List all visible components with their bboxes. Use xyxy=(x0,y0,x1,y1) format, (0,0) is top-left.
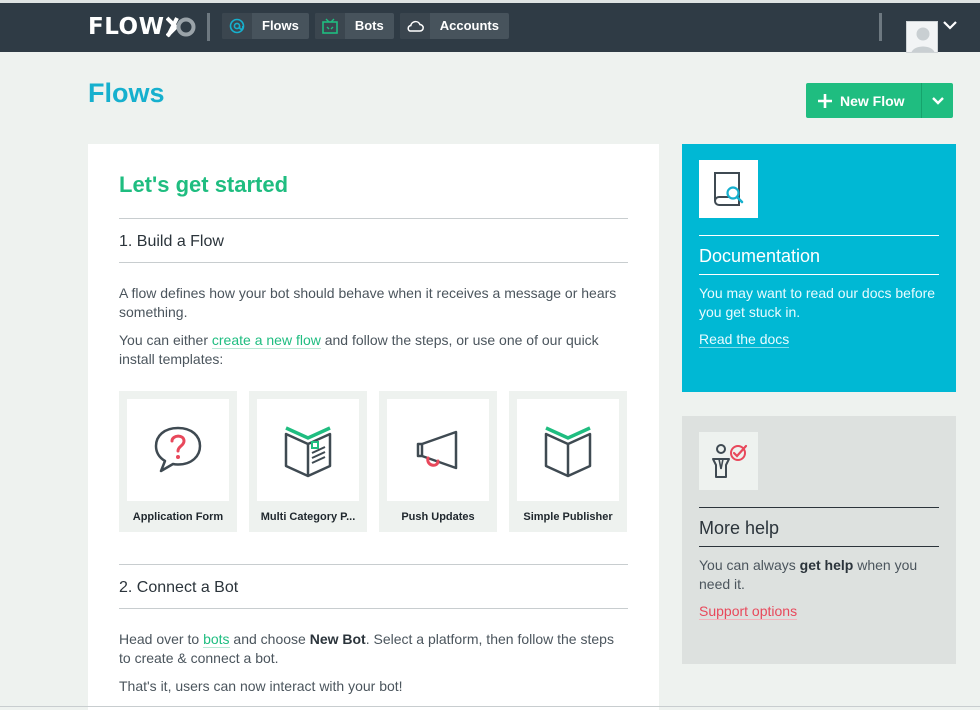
new-flow-dropdown-button[interactable] xyxy=(921,83,953,118)
nav-divider xyxy=(207,13,210,41)
megaphone-icon xyxy=(387,399,489,501)
divider xyxy=(119,564,628,565)
logo-x-mark-icon xyxy=(166,16,196,38)
template-push-updates[interactable]: Push Updates xyxy=(379,391,497,532)
chevron-down-icon xyxy=(931,97,944,105)
step2-title: 2. Connect a Bot xyxy=(119,579,239,596)
step1-instructions: You can either create a new flow and fol… xyxy=(119,331,628,369)
template-application-form[interactable]: Application Form xyxy=(119,391,237,532)
template-name: Push Updates xyxy=(401,511,475,523)
step2-text-before: Head over to xyxy=(119,631,204,647)
template-simple-publisher[interactable]: Simple Publisher xyxy=(509,391,627,532)
divider xyxy=(699,274,939,275)
nav-item-accounts-label: Accounts xyxy=(439,18,499,33)
get-help-emphasis: get help xyxy=(799,557,854,573)
template-list: Application Form Multi Category P... Pus… xyxy=(119,391,628,532)
help-text-before: You can always xyxy=(699,557,800,573)
new-flow-button[interactable]: New Flow xyxy=(806,83,921,118)
chevron-down-icon[interactable] xyxy=(942,17,958,30)
at-icon xyxy=(222,13,252,39)
logo-text: FLOW xyxy=(88,14,165,40)
window-bottom-edge xyxy=(0,706,980,707)
more-help-card: More help You can always get help when y… xyxy=(682,416,956,664)
support-options-link[interactable]: Support options xyxy=(699,603,798,620)
divider xyxy=(699,235,939,236)
more-help-text: You can always get help when you need it… xyxy=(699,556,944,594)
new-flow-label: New Flow xyxy=(840,92,905,109)
step2-conclusion: That's it, users can now interact with y… xyxy=(119,678,403,694)
plus-icon xyxy=(818,93,832,108)
template-name: Simple Publisher xyxy=(523,511,613,523)
documentation-title: Documentation xyxy=(699,246,821,266)
divider xyxy=(119,218,628,219)
page-title: Flows xyxy=(88,78,165,108)
nav-item-flows-label: Flows xyxy=(262,18,299,33)
template-name: Application Form xyxy=(132,511,224,523)
nav-item-accounts[interactable]: Accounts xyxy=(399,13,509,39)
documentation-card: Documentation You may want to read our d… xyxy=(682,144,956,392)
cloud-icon xyxy=(399,13,430,39)
flowxo-logo[interactable]: FLOW xyxy=(88,13,196,41)
step1-title: 1. Build a Flow xyxy=(119,233,224,250)
step1-text-before: You can either xyxy=(119,332,212,348)
nav-divider-right xyxy=(879,13,882,41)
divider xyxy=(699,507,939,508)
divider xyxy=(119,262,628,263)
question-bubble-icon xyxy=(127,399,229,501)
new-flow-button-group: New Flow xyxy=(806,83,953,118)
new-bot-emphasis: New Bot xyxy=(309,631,366,647)
bots-link[interactable]: bots xyxy=(203,631,230,648)
bot-icon xyxy=(314,13,345,39)
user-avatar[interactable] xyxy=(906,21,938,53)
template-name: Multi Category P... xyxy=(260,511,356,523)
open-book-icon xyxy=(517,399,619,501)
step2-text-mid: and choose xyxy=(229,631,310,647)
nav-item-flows[interactable]: Flows xyxy=(222,13,309,39)
nav-item-bots-label: Bots xyxy=(354,18,384,33)
more-help-title: More help xyxy=(699,518,780,538)
read-the-docs-link[interactable]: Read the docs xyxy=(699,331,790,348)
documentation-text: You may want to read our docs before you… xyxy=(699,285,936,320)
step2-instructions: Head over to bots and choose New Bot. Se… xyxy=(119,630,628,668)
book-search-icon xyxy=(699,160,758,218)
divider xyxy=(699,546,939,547)
template-multi-category-publisher[interactable]: Multi Category P... xyxy=(249,391,367,532)
divider xyxy=(119,608,628,609)
getting-started-heading: Let's get started xyxy=(119,172,289,197)
top-nav-bar: FLOW Flows Bots Accounts xyxy=(0,0,980,53)
step1-description: A flow defines how your bot should behav… xyxy=(119,285,617,320)
create-new-flow-link[interactable]: create a new flow xyxy=(211,332,321,349)
main-nav: Flows Bots Accounts xyxy=(222,13,509,39)
open-book-list-icon xyxy=(257,399,359,501)
default-user-icon xyxy=(911,27,935,52)
getting-started-card: Let's get started 1. Build a Flow A flow… xyxy=(88,144,659,710)
support-person-icon xyxy=(699,432,758,490)
nav-item-bots[interactable]: Bots xyxy=(314,13,394,39)
